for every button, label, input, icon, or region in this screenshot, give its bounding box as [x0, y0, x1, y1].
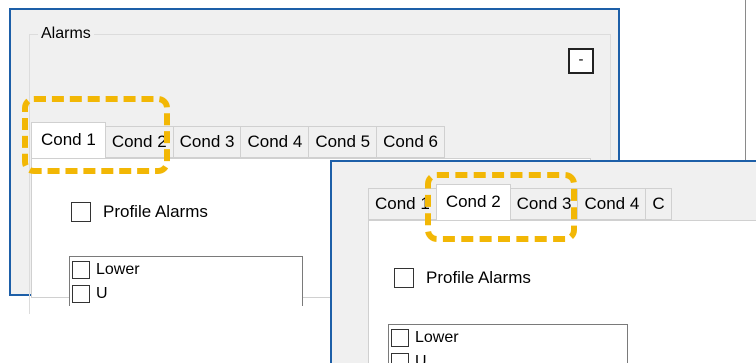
tab-cond-4[interactable]: Cond 4 [240, 126, 309, 158]
list-item-checkbox[interactable] [391, 353, 409, 363]
tab-cond-5[interactable]: C [645, 188, 672, 220]
tab-cond-2[interactable]: Cond 2 [105, 126, 173, 158]
list-item[interactable]: U [70, 283, 302, 305]
tab-cond-3[interactable]: Cond 3 [172, 126, 241, 158]
list-item-label: U [96, 285, 108, 302]
alarms-panel-cond2: Cond 1 Cond 2 Cond 3 Cond 4 C Profile Al… [330, 160, 756, 363]
list-item[interactable]: Lower [70, 259, 302, 281]
list-item-checkbox[interactable] [391, 329, 409, 347]
tab-cond-3[interactable]: Cond 3 [510, 188, 578, 220]
profile-alarms-checkbox-row[interactable]: Profile Alarms [394, 268, 531, 288]
tab-cond-2[interactable]: Cond 2 [435, 184, 511, 220]
tab-cond-4[interactable]: Cond 4 [577, 188, 646, 220]
alarms-group-title: Alarms [38, 24, 94, 44]
condition-tabstrip: Cond 1 Cond 2 Cond 3 Cond 4 Cond 5 Cond … [31, 122, 445, 158]
list-item-checkbox[interactable] [72, 285, 90, 303]
alarm-type-list[interactable]: Lower U [388, 324, 628, 363]
profile-alarms-label: Profile Alarms [426, 268, 531, 287]
tab-cond-1[interactable]: Cond 1 [31, 122, 106, 158]
profile-alarms-checkbox[interactable] [71, 202, 91, 222]
profile-alarms-checkbox-row[interactable]: Profile Alarms [71, 202, 208, 222]
tab-cond-5[interactable]: Cond 5 [308, 126, 377, 158]
list-item[interactable]: U [389, 351, 627, 363]
list-item-label: U [415, 353, 427, 363]
collapse-button[interactable]: - [568, 48, 594, 74]
profile-alarms-label: Profile Alarms [103, 202, 208, 221]
list-item[interactable]: Lower [389, 327, 627, 349]
tab-cond-6[interactable]: Cond 6 [376, 126, 445, 158]
list-item-checkbox[interactable] [72, 261, 90, 279]
list-item-label: Lower [96, 261, 140, 278]
alarm-type-list[interactable]: Lower U [69, 256, 303, 306]
list-item-label: Lower [415, 329, 459, 346]
tab-cond-1[interactable]: Cond 1 [368, 188, 436, 220]
screenshot-stage: Alarms - Cond 1 Cond 2 Cond 3 Cond 4 Con… [0, 0, 756, 363]
condition-tabstrip: Cond 1 Cond 2 Cond 3 Cond 4 C [368, 184, 672, 220]
profile-alarms-checkbox[interactable] [394, 268, 414, 288]
